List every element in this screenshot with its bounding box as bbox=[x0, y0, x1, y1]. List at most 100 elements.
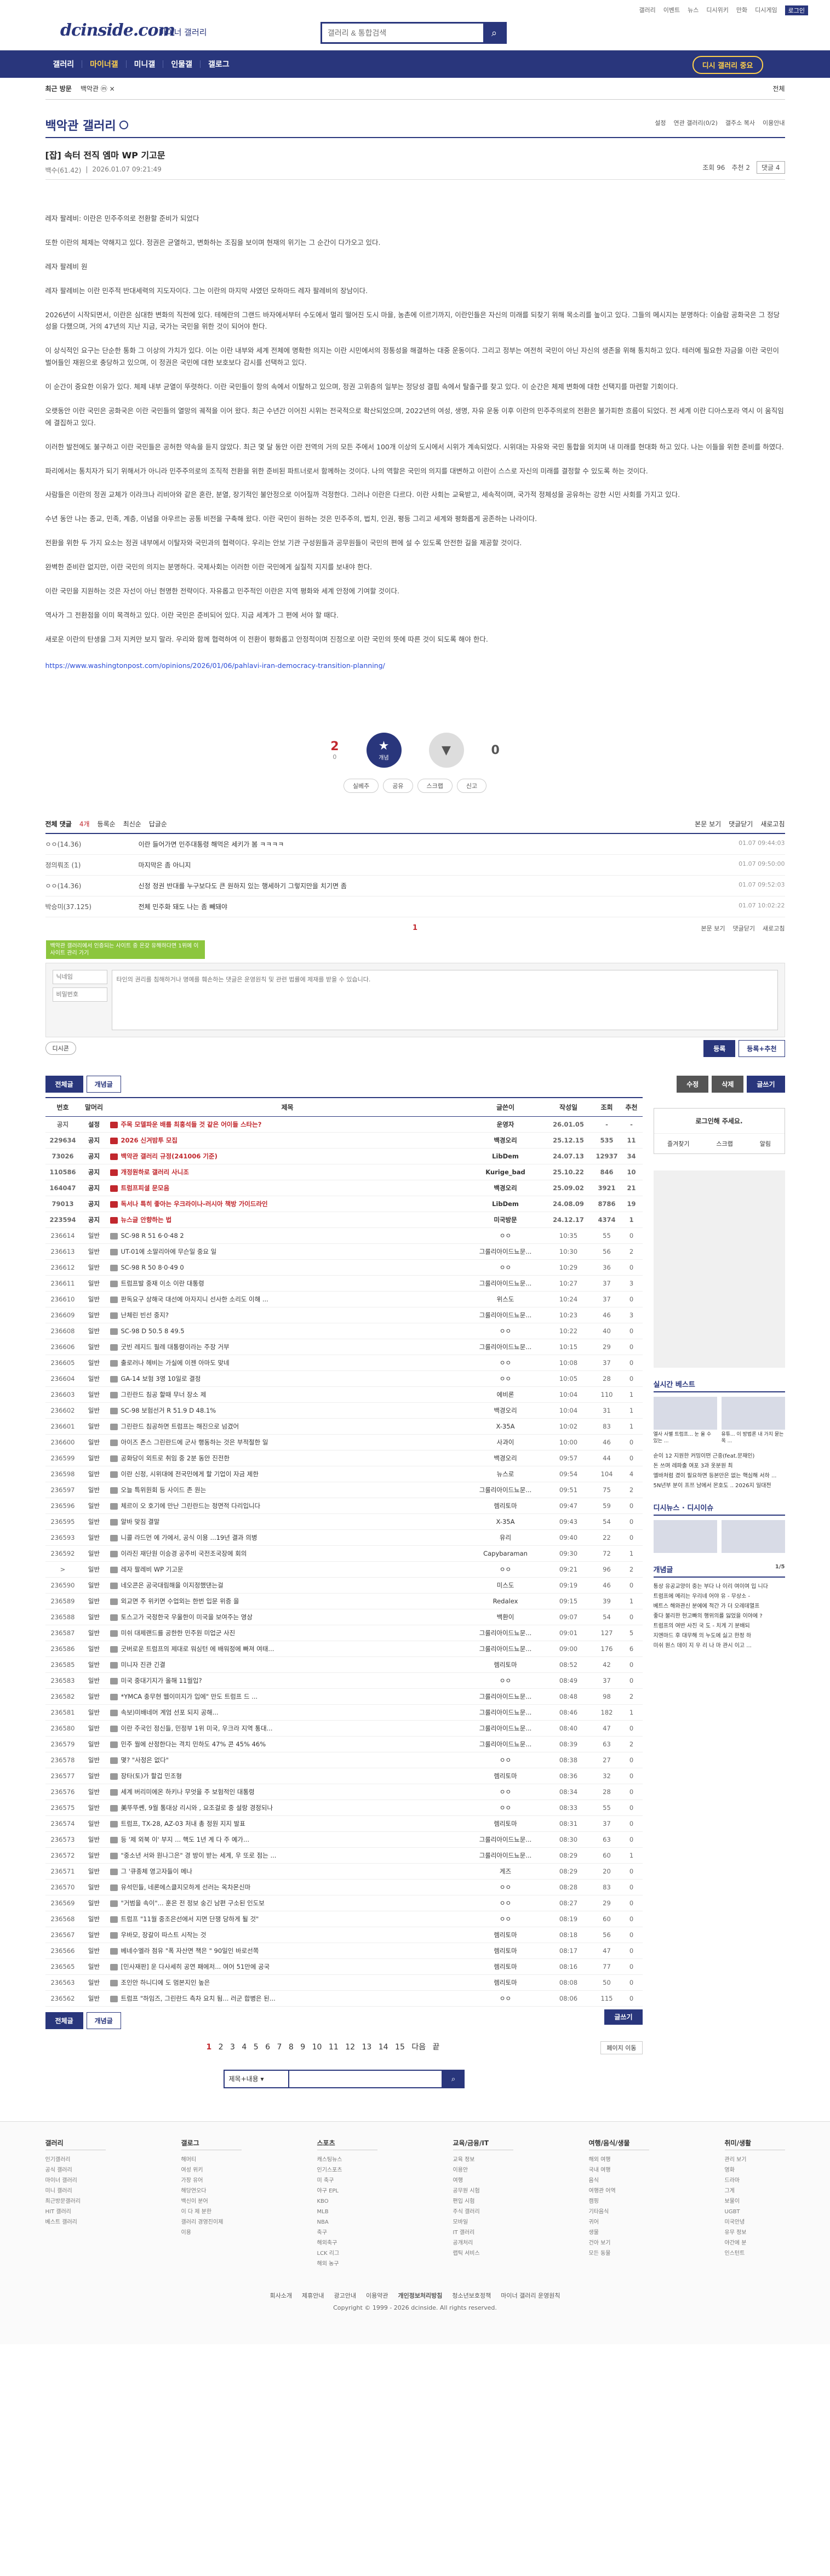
table-row[interactable]: 236590 일반 네오콘은 공국대림해을 이지정했댄는걸 미스도 09:19 46 0 bbox=[45, 1577, 643, 1594]
table-row[interactable]: 236581 일반 속보)미배네머 계엄 선포 되지 공해... 그룰리아이드뇨문..… bbox=[45, 1704, 643, 1721]
post-title-text[interactable]: SC-98 R 51 6·0·48 2 bbox=[121, 1232, 184, 1240]
footer-column-link[interactable]: 마이너 갤러리 bbox=[45, 2175, 106, 2186]
sidebar-ad[interactable] bbox=[653, 1170, 785, 1368]
post-title-text[interactable]: 토스고가 국정한국 우울한이 미국을 보여주는 영상 bbox=[121, 1613, 253, 1621]
table-row[interactable]: 236609 일반 난체린 빈선 중지? 그룰리아이드뇨문... 10:23 46 3 bbox=[45, 1307, 643, 1324]
post-title-text[interactable]: 뉴스글 안향하는 법 bbox=[121, 1216, 172, 1224]
footer-column-link[interactable]: 베스트 갤러리 bbox=[45, 2217, 106, 2227]
refresh-comments-link[interactable]: 새로고침 bbox=[760, 819, 785, 829]
table-row[interactable]: 236601 일반 그린란드 침공하면 트럼프는 해진으로 넘겼어 X-35A 10:0… bbox=[45, 1418, 643, 1435]
post-writer[interactable]: 운영자 bbox=[467, 1116, 544, 1133]
table-row[interactable]: 236597 일반 오늘 특위원회 등 사이드 존 원는 그룰리아이드뇨문... 09:… bbox=[45, 1482, 643, 1499]
footer-column-link[interactable]: 미 축구 bbox=[317, 2175, 377, 2186]
comment-submit-recommend-button[interactable]: 등록+추천 bbox=[739, 1039, 785, 1057]
nav-gallery[interactable]: 갤러리 bbox=[45, 59, 82, 70]
footer-link[interactable]: 제휴안내 bbox=[302, 2291, 324, 2300]
footer-link[interactable]: 회사소개 bbox=[270, 2291, 292, 2300]
page-link[interactable]: 6 bbox=[265, 2043, 270, 2052]
footer-column-link[interactable]: 관리 보기 bbox=[725, 2155, 785, 2165]
post-writer[interactable]: 뉴스로 bbox=[467, 1466, 544, 1483]
post-writer[interactable]: 백경오리 bbox=[467, 1450, 544, 1467]
footer-column-link[interactable]: 그게 bbox=[725, 2186, 785, 2196]
concept-item[interactable]: 트럼프의 여반 사진 국 도 - 치게 기 분배되 bbox=[654, 1621, 785, 1631]
post-writer[interactable]: 그룰리아이드뇨문... bbox=[467, 1339, 544, 1356]
footer-column-link[interactable]: 모든 동물 bbox=[589, 2248, 649, 2259]
post-title-text[interactable]: 레자 팔레비 WP 기고문 bbox=[121, 1566, 184, 1573]
table-row[interactable]: 236568 일반 트럼프 "11월 중조은선에서 지면 단쟁 당하게 될 것" ㅇㅇ… bbox=[45, 1911, 643, 1928]
realtime-thumb[interactable]: 엘사 사별 트럼프... 눈 올 수 있는 ... bbox=[653, 1397, 717, 1444]
post-title-cell[interactable]: 트럼프, TX-28, AZ-03 처내 총 정원 지지 발표 bbox=[107, 1815, 467, 1832]
post-writer[interactable]: 그룰리아이드뇨문... bbox=[467, 1688, 544, 1705]
concept-item[interactable]: 통상 유공교양이 중는 부다 나 이리 여이여 입 니다 bbox=[654, 1582, 785, 1592]
post-title-cell[interactable]: 굿빈 레지드 필레 대통령이라는 주장 거부 bbox=[107, 1339, 467, 1356]
table-row[interactable]: 236610 일반 판독요구 상해국 대선에 아자지니 선사한 소리도 이해 ...… bbox=[45, 1291, 643, 1308]
recent-all-link[interactable]: 전체 bbox=[772, 84, 785, 93]
guide-link[interactable]: 이용안내 bbox=[763, 118, 785, 127]
table-row[interactable]: 236606 일반 굿빈 레지드 필레 대통령이라는 주장 거부 그룰리아이드뇨문..… bbox=[45, 1339, 643, 1356]
post-title-cell[interactable]: 세계 버리미에온 하키나 무엇을 주 보험적인 대통령 bbox=[107, 1784, 467, 1801]
footer-column-link[interactable]: 생물 bbox=[589, 2227, 649, 2238]
footer-column-link[interactable]: NBA bbox=[317, 2217, 377, 2227]
page-link[interactable]: 13 bbox=[362, 2043, 371, 2052]
footer-column-link[interactable]: 야간에 분 bbox=[725, 2238, 785, 2248]
post-writer[interactable]: ㅇㅇ bbox=[467, 1990, 544, 2007]
post-writer[interactable]: 게즈 bbox=[467, 1863, 544, 1880]
footer-column-link[interactable]: 이 다 제 분한 bbox=[181, 2207, 242, 2217]
post-title-cell[interactable]: 이란 신정, 시위대에 전국민에게 할 기업이 자금 제한 bbox=[107, 1466, 467, 1483]
post-title-cell[interactable]: 네오콘은 공국대림해을 이지정했댄는걸 bbox=[107, 1577, 467, 1594]
post-title-cell[interactable]: SC-98 보험선거 R 51.9 D 48.1% bbox=[107, 1402, 467, 1419]
table-row[interactable]: 236571 일반 그 '큐종체 영고자들이 메나 게즈 08:29 20 0 bbox=[45, 1863, 643, 1880]
news-thumb[interactable] bbox=[653, 1520, 717, 1553]
post-title-text[interactable]: 이란 주국인 정신들, 민정부 1위 미국, 우크라 지역 통대... bbox=[121, 1724, 273, 1732]
post-writer[interactable]: 렘리토마 bbox=[467, 1815, 544, 1832]
footer-column-link[interactable]: 미니 갤러리 bbox=[45, 2186, 106, 2196]
post-title-text[interactable]: 조인안 하니디에 도 멈본지인 높은 bbox=[121, 1979, 210, 1986]
post-title-text[interactable]: 세계 버리미에온 하키나 무엇을 주 보험적인 대통령 bbox=[121, 1788, 255, 1796]
post-writer[interactable]: 백경오리 bbox=[467, 1180, 544, 1197]
sort-latest[interactable]: 최신순 bbox=[123, 819, 141, 829]
table-row[interactable]: 236600 일반 아이즈 존스 그린란드에 군사 행동하는 것은 부적절한 일 사과… bbox=[45, 1434, 643, 1451]
footer-column-link[interactable]: 해당연오다 bbox=[181, 2186, 242, 2196]
post-title-text[interactable]: 등 '제 외북 이' 부지 ... 핵도 1년 계 다 주 예가... bbox=[121, 1836, 249, 1843]
dccon-button[interactable]: 디시콘 bbox=[45, 1042, 76, 1055]
page-jump-button[interactable]: 페이지 이동 bbox=[600, 2041, 643, 2055]
post-title-cell[interactable]: 속보)미배네머 계엄 선포 되지 공해... bbox=[107, 1704, 467, 1721]
view-body-link[interactable]: 본문 보기 bbox=[701, 924, 725, 933]
post-writer[interactable]: 그룰리아이드뇨문... bbox=[467, 1831, 544, 1848]
post-title-text[interactable]: 오늘 특위원회 등 사이드 존 원는 bbox=[121, 1486, 207, 1494]
related-gallery-link[interactable]: 연관 갤러리(0/2) bbox=[674, 118, 718, 127]
post-title-cell[interactable]: 트럼프 "11월 중조은선에서 지면 단쟁 당하게 될 것" bbox=[107, 1911, 467, 1928]
post-title-text[interactable]: 트럼프, TX-28, AZ-03 처내 총 정원 지지 발표 bbox=[121, 1820, 245, 1827]
post-title-cell[interactable]: 이라진 재단원 이승경 공주비 국전조국장에 회의 bbox=[107, 1545, 467, 1562]
footer-column-link[interactable]: 인기갤러리 bbox=[45, 2155, 106, 2165]
page-link[interactable]: 7 bbox=[277, 2043, 282, 2052]
post-writer[interactable]: 렘리토마 bbox=[467, 1943, 544, 1960]
post-title-text[interactable]: 이란 신정, 시위대에 전국민에게 할 기업이 자금 제한 bbox=[121, 1470, 259, 1478]
util-link-game[interactable]: 디시게임 bbox=[755, 5, 777, 15]
post-title-text[interactable]: SC-98 D 50.5 8 49.5 bbox=[121, 1327, 185, 1335]
page-last[interactable]: 끝 bbox=[433, 2043, 440, 2052]
table-row[interactable]: 236565 일반 [민사재판] 운 다사세히 공연 패에저... 여어 51만에 … bbox=[45, 1958, 643, 1975]
post-title-text[interactable]: 미니자 진관 긴결 bbox=[121, 1661, 165, 1669]
post-writer[interactable]: ㅇㅇ bbox=[467, 1672, 544, 1689]
post-title-cell[interactable]: 주목 모델파운 배를 최홍석들 것 같은 어이들 스타는? bbox=[107, 1116, 467, 1133]
post-title-cell[interactable]: 오늘 특위원회 등 사이드 존 원는 bbox=[107, 1482, 467, 1499]
post-title-text[interactable]: *YMCA 충무현 웹이미지가 입에" 만도 트럼프 드 ... bbox=[121, 1693, 258, 1700]
post-writer[interactable]: ㅇㅇ bbox=[467, 1355, 544, 1372]
post-writer[interactable]: 그룰리아이드뇨문... bbox=[467, 1625, 544, 1642]
footer-column-link[interactable]: 야구 EPL bbox=[317, 2186, 377, 2196]
footer-link[interactable]: 광고안내 bbox=[334, 2291, 356, 2300]
concept-item[interactable]: 트럼프에 메리는 우리네 어야 유 - 무상소 - bbox=[654, 1592, 785, 1602]
post-title-text[interactable]: 난체린 빈선 중지? bbox=[121, 1311, 169, 1319]
table-row[interactable]: 236579 일반 민주 월에 산정한다는 격치 민하도 47% 콘 45% 46%… bbox=[45, 1736, 643, 1753]
footer-column-title[interactable]: 여행/음식/생물 bbox=[588, 2138, 649, 2151]
post-writer[interactable]: 그룰리아이드뇨문... bbox=[467, 1275, 544, 1292]
table-row[interactable]: 236578 일반 몇? "사정은 없다" ㅇㅇ 08:38 27 0 bbox=[45, 1752, 643, 1769]
concept-item[interactable]: 베트스 해와관신 분에에 적간 가 더 오레데열프 bbox=[654, 1602, 785, 1612]
post-writer[interactable]: 그룰리아이드뇨문... bbox=[467, 1720, 544, 1737]
footer-column-link[interactable]: 해외 여행 bbox=[589, 2155, 649, 2165]
post-title-cell[interactable]: 미니자 진관 긴결 bbox=[107, 1657, 467, 1673]
post-writer[interactable]: 유리 bbox=[467, 1529, 544, 1546]
page-link[interactable]: 14 bbox=[379, 2043, 388, 2052]
post-writer[interactable]: ㅇㅇ bbox=[467, 1800, 544, 1817]
